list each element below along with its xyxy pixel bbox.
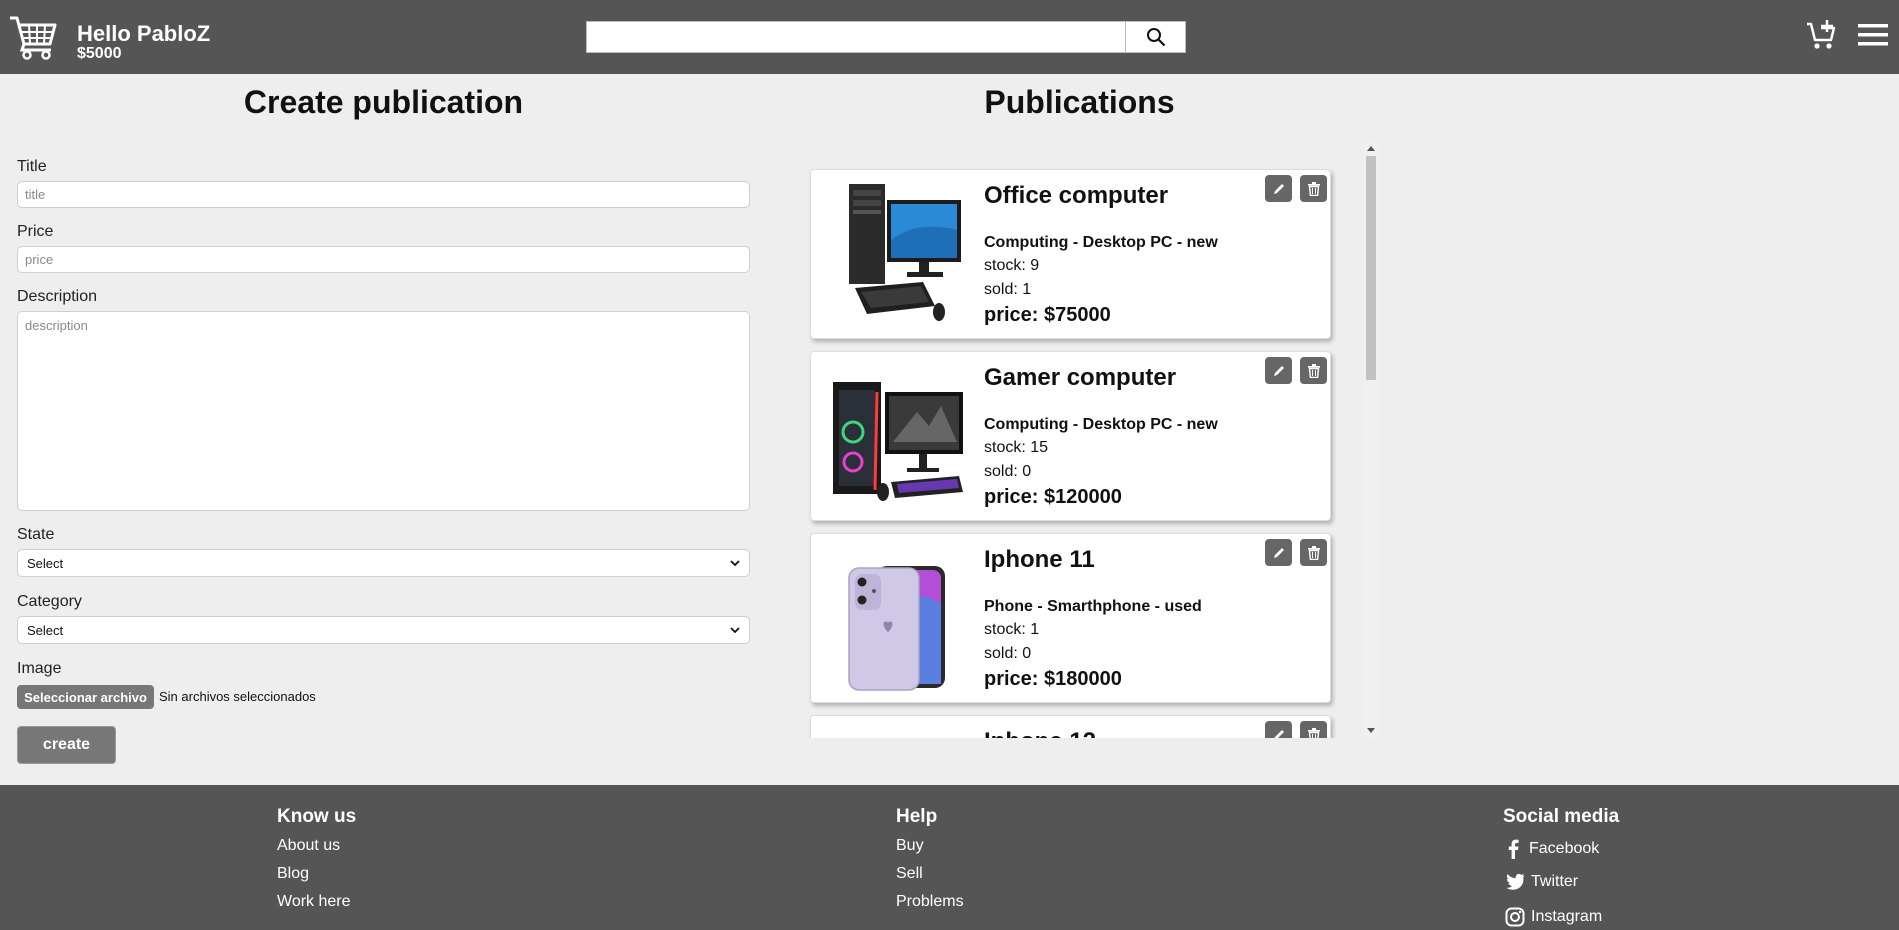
pencil-icon <box>1273 547 1284 558</box>
sell-link[interactable]: Sell <box>896 865 923 883</box>
scroll-down-arrow-icon[interactable] <box>1367 728 1375 733</box>
category-label: Category <box>17 593 82 610</box>
add-to-cart-icon[interactable] <box>1806 18 1836 50</box>
twitter-link[interactable]: Twitter <box>1505 873 1578 891</box>
top-header: Hello PabloZ $5000 <box>0 0 1899 74</box>
publication-price: price: $120000 <box>984 486 1122 508</box>
publication-card: Iphone 11 Phone - Smarthphone - used sto… <box>810 533 1331 703</box>
facebook-label: Facebook <box>1529 840 1600 857</box>
publication-title: Office computer <box>984 182 1169 209</box>
publication-category: Phone - Smarthphone - used <box>984 598 1202 615</box>
description-field[interactable] <box>17 311 750 511</box>
publications-list[interactable]: Office computer Computing - Desktop PC -… <box>808 142 1380 738</box>
description-label: Description <box>17 288 98 305</box>
footer: Know us About us Blog Work here Help Buy… <box>0 785 1899 930</box>
image-label: Image <box>17 660 62 677</box>
twitter-icon <box>1506 873 1525 890</box>
facebook-icon <box>1508 839 1519 859</box>
edit-button[interactable] <box>1265 175 1292 202</box>
title-field[interactable] <box>17 181 750 208</box>
help-heading: Help <box>896 806 938 827</box>
instagram-label: Instagram <box>1531 908 1603 925</box>
hamburger-menu-icon[interactable] <box>1858 22 1888 48</box>
price-field[interactable] <box>17 246 750 273</box>
state-select[interactable]: Select <box>17 549 750 577</box>
problems-link[interactable]: Problems <box>896 893 964 911</box>
buy-link[interactable]: Buy <box>896 837 924 855</box>
state-select-value: Select <box>27 555 64 571</box>
state-label: State <box>17 526 55 543</box>
scrollbar-thumb[interactable] <box>1366 156 1376 380</box>
publication-stock: stock: 9 <box>984 257 1040 274</box>
publication-title: Iphone 11 <box>984 546 1095 573</box>
publication-category: Computing - Desktop PC - new <box>984 234 1218 251</box>
gamer-computer-image <box>833 382 963 501</box>
edit-button[interactable] <box>1265 539 1292 566</box>
user-greeting: Hello PabloZ <box>77 21 211 46</box>
publication-card: Iphone 12 <box>810 715 1331 738</box>
publication-stock: stock: 1 <box>984 621 1040 638</box>
chevron-down-icon <box>730 559 740 566</box>
user-balance: $5000 <box>77 45 122 62</box>
office-computer-image <box>849 184 961 321</box>
price-label: Price <box>17 223 54 240</box>
publication-sold: sold: 1 <box>984 281 1032 298</box>
create-button[interactable]: create <box>17 726 116 764</box>
pencil-icon <box>1273 365 1284 376</box>
pencil-icon <box>1273 183 1284 194</box>
delete-button[interactable] <box>1300 357 1327 384</box>
shopping-cart-logo-icon[interactable] <box>8 12 58 60</box>
publications-scrollbar[interactable] <box>1364 142 1378 738</box>
iphone-11-image <box>848 566 945 691</box>
trash-icon <box>1307 363 1320 378</box>
trash-icon <box>1307 727 1320 738</box>
about-us-link[interactable]: About us <box>277 837 340 855</box>
pencil-icon <box>1274 729 1284 738</box>
publication-price: price: $75000 <box>984 304 1111 326</box>
delete-button[interactable] <box>1300 539 1327 566</box>
work-here-link[interactable]: Work here <box>277 893 351 911</box>
publication-sold: sold: 0 <box>984 645 1032 662</box>
category-select-value: Select <box>27 622 64 638</box>
publication-title: Gamer computer <box>984 364 1177 391</box>
file-status-text: Sin archivos seleccionados <box>159 689 316 704</box>
search-button[interactable] <box>1125 22 1185 52</box>
delete-button[interactable] <box>1300 175 1327 202</box>
delete-button[interactable] <box>1300 721 1327 738</box>
category-select[interactable]: Select <box>17 616 750 644</box>
search-input[interactable] <box>587 22 1125 52</box>
edit-button[interactable] <box>1265 357 1292 384</box>
chevron-down-icon <box>730 626 740 633</box>
choose-file-button[interactable]: Seleccionar archivo <box>17 685 154 709</box>
publication-title: Iphone 12 <box>984 728 1096 738</box>
facebook-link[interactable]: Facebook <box>1505 839 1599 859</box>
instagram-icon <box>1505 907 1525 927</box>
edit-button[interactable] <box>1265 721 1292 738</box>
publication-card: Gamer computer Computing - Desktop PC - … <box>810 351 1331 521</box>
search-icon <box>1146 28 1165 47</box>
know-us-heading: Know us <box>277 806 357 827</box>
social-media-heading: Social media <box>1503 806 1620 827</box>
trash-icon <box>1307 545 1320 560</box>
publication-card: Office computer Computing - Desktop PC -… <box>810 169 1331 339</box>
trash-icon <box>1307 181 1320 196</box>
blog-link[interactable]: Blog <box>277 865 309 883</box>
scroll-up-arrow-icon[interactable] <box>1367 146 1375 151</box>
instagram-link[interactable]: Instagram <box>1505 907 1602 927</box>
publication-category: Computing - Desktop PC - new <box>984 416 1218 433</box>
publication-sold: sold: 0 <box>984 463 1032 480</box>
title-label: Title <box>17 158 47 175</box>
publication-price: price: $180000 <box>984 668 1122 690</box>
publications-heading: Publications <box>984 84 1175 120</box>
twitter-label: Twitter <box>1531 873 1579 890</box>
create-publication-heading: Create publication <box>243 84 524 120</box>
publication-stock: stock: 15 <box>984 439 1049 456</box>
search-bar <box>586 21 1186 53</box>
